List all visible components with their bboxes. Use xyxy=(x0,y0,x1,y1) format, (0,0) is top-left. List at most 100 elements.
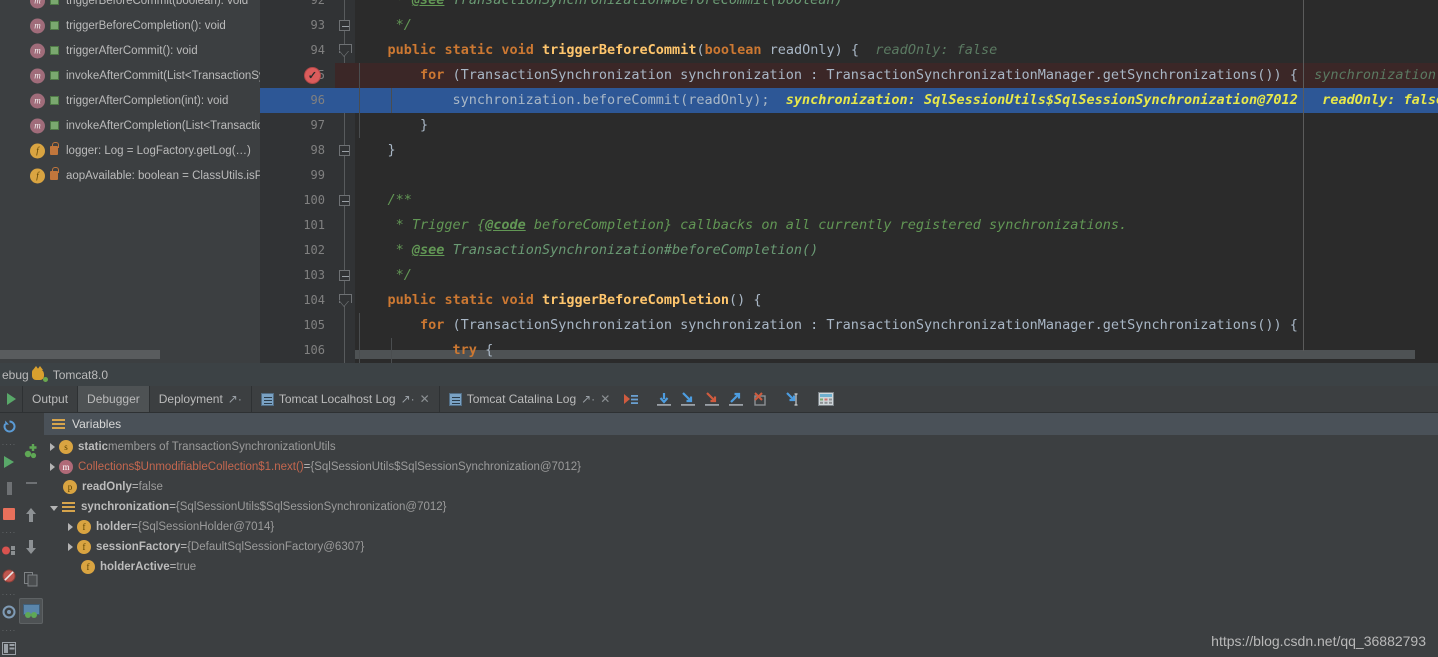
line-number: 95 xyxy=(260,63,335,88)
structure-row[interactable]: f aopAvailable: boolean = ClassUtils.isPr… xyxy=(0,163,260,188)
breakpoint-verified-icon[interactable]: ✓ xyxy=(304,67,321,84)
debug-tab-bar: Output Debugger Deployment ↗· Tomcat Localho… xyxy=(0,386,1438,413)
code-line[interactable]: public static void triggerBeforeCommit(b… xyxy=(355,38,1438,63)
variable-row[interactable]: synchronization = {SqlSessionUtils$SqlSe… xyxy=(50,497,447,517)
code-line[interactable]: */ xyxy=(355,263,1438,288)
show-execution-point-button[interactable] xyxy=(619,392,643,407)
close-icon[interactable]: ✕ xyxy=(600,392,610,406)
new-watch-icon[interactable] xyxy=(18,435,44,467)
move-up-icon[interactable] xyxy=(18,499,44,531)
run-to-cursor-button[interactable] xyxy=(781,391,805,407)
structure-row-label: invokeAfterCommit(List<TransactionSyn xyxy=(66,69,260,82)
code-line[interactable]: for (TransactionSynchronization synchron… xyxy=(355,313,1438,338)
variable-row[interactable]: m Collections$UnmodifiableCollection$1.ne… xyxy=(50,457,581,477)
run-configuration-name: Tomcat8.0 xyxy=(52,367,109,382)
variables-panel-header: Variables xyxy=(44,413,1438,435)
variable-row[interactable]: f sessionFactory = {DefaultSqlSessionFact… xyxy=(68,537,364,557)
structure-row[interactable]: m invokeAfterCommit(List<TransactionSyn xyxy=(0,63,260,88)
layout-icon[interactable] xyxy=(0,635,18,657)
variable-equals: = xyxy=(169,561,177,573)
structure-row[interactable]: m triggerBeforeCommit(boolean): void xyxy=(0,0,248,13)
move-down-icon[interactable] xyxy=(18,531,44,563)
debug-tab-label: Tomcat Localhost Log xyxy=(278,392,396,406)
code-fold-region-icon[interactable] xyxy=(339,44,352,57)
view-breakpoints-icon[interactable] xyxy=(0,537,18,563)
method-icon: m xyxy=(30,43,45,58)
debug-tab-debugger[interactable]: Debugger xyxy=(77,386,149,412)
force-step-into-button[interactable] xyxy=(700,391,724,407)
expand-arrow-icon[interactable] xyxy=(68,523,73,531)
stop-icon[interactable] xyxy=(0,501,18,527)
inline-debug-hint: synchronization: SqlSessionUtils$SqlSess… xyxy=(769,92,1438,108)
debug-tab-tomcat-localhost-log[interactable]: Tomcat Localhost Log ↗· ✕ xyxy=(250,386,439,412)
expand-arrow-icon[interactable] xyxy=(68,543,73,551)
drop-frame-button[interactable] xyxy=(748,391,772,407)
variable-row[interactable]: f holder = {SqlSessionHolder@7014} xyxy=(68,517,274,537)
variable-row[interactable]: s static members of TransactionSynchroniz… xyxy=(50,437,336,457)
code-line[interactable]: public static void triggerBeforeCompleti… xyxy=(355,288,1438,313)
code-line[interactable]: * @see TransactionSynchronization#before… xyxy=(355,0,1438,13)
rail-separator: ···· xyxy=(1,439,17,449)
code-line[interactable] xyxy=(355,163,1438,188)
code-line[interactable]: * Trigger {@code beforeCompletion} callb… xyxy=(355,213,1438,238)
resume-icon[interactable] xyxy=(0,449,18,475)
close-icon[interactable]: ✕ xyxy=(420,392,430,406)
public-badge-icon xyxy=(48,120,60,132)
structure-row-label: aopAvailable: boolean = ClassUtils.isPre xyxy=(66,169,260,182)
pin-icon[interactable]: ↗· xyxy=(228,392,242,406)
code-line[interactable]: try { xyxy=(355,338,1438,363)
collapse-arrow-icon[interactable] xyxy=(50,505,58,511)
code-line[interactable]: * @see TransactionSynchronization#before… xyxy=(355,238,1438,263)
variable-value: {SqlSessionUtils$SqlSessionSynchronizati… xyxy=(310,461,581,473)
structure-row[interactable]: m triggerBeforeCompletion(): void xyxy=(0,13,226,38)
structure-row[interactable]: f logger: Log = LogFactory.getLog(…) xyxy=(0,138,251,163)
method-icon: m xyxy=(30,18,45,33)
restart-icon[interactable] xyxy=(0,413,18,439)
code-line[interactable]: } xyxy=(355,113,1438,138)
step-over-button[interactable] xyxy=(652,392,676,407)
pin-icon[interactable]: ↗· xyxy=(401,392,415,406)
private-badge-icon xyxy=(48,142,60,157)
mute-breakpoints-icon[interactable] xyxy=(0,563,18,589)
code-line[interactable]: synchronization.beforeCommit(readOnly); … xyxy=(355,88,1438,113)
variable-value: false xyxy=(138,481,163,493)
code-line[interactable]: /** xyxy=(355,188,1438,213)
code-fold-collapse-icon[interactable] xyxy=(339,20,350,31)
debug-tab-deployment[interactable]: Deployment ↗· xyxy=(148,386,251,412)
inspect-icon[interactable] xyxy=(19,598,43,624)
step-into-button[interactable] xyxy=(676,391,700,407)
variables-tree[interactable]: s static members of TransactionSynchroniz… xyxy=(44,435,1438,657)
structure-hscrollbar[interactable] xyxy=(0,350,160,359)
code-editor[interactable]: 92 * @see TransactionSynchronization#bef… xyxy=(260,0,1438,363)
evaluate-expression-button[interactable] xyxy=(814,392,838,406)
code-line[interactable]: */ xyxy=(355,13,1438,38)
settings-icon[interactable] xyxy=(0,599,18,625)
code-fold-collapse-icon[interactable] xyxy=(339,145,350,156)
step-out-button[interactable] xyxy=(724,392,748,407)
variable-equals: = xyxy=(131,481,139,493)
pause-icon[interactable] xyxy=(0,475,18,501)
debug-tab-output[interactable]: Output xyxy=(22,386,77,412)
list-icon xyxy=(62,501,76,513)
expand-arrow-icon[interactable] xyxy=(50,463,55,471)
code-fold-collapse-icon[interactable] xyxy=(339,195,350,206)
structure-panel[interactable]: m triggerBeforeCommit(boolean): void m trig… xyxy=(0,0,260,363)
log-icon xyxy=(448,392,462,406)
debug-tab-label: Debugger xyxy=(87,392,140,406)
variable-row[interactable]: p readOnly = false xyxy=(50,477,163,497)
line-number: 103 xyxy=(303,268,325,282)
debug-tab-tomcat-catalina-log[interactable]: Tomcat Catalina Log ↗· ✕ xyxy=(438,386,620,412)
code-line[interactable]: } xyxy=(355,138,1438,163)
code-line[interactable]: for (TransactionSynchronization synchron… xyxy=(355,63,1438,88)
structure-row[interactable]: m invokeAfterCompletion(List<Transaction xyxy=(0,113,260,138)
code-fold-collapse-icon[interactable] xyxy=(339,270,350,281)
code-fold-region-icon[interactable] xyxy=(339,294,352,307)
copy-value-icon[interactable] xyxy=(18,563,44,595)
pin-icon[interactable]: ↗· xyxy=(581,392,595,406)
variable-row[interactable]: f holderActive = true xyxy=(68,557,196,577)
expand-arrow-icon[interactable] xyxy=(50,443,55,451)
structure-row[interactable]: m triggerAfterCommit(): void xyxy=(0,38,198,63)
rerun-icon[interactable] xyxy=(0,386,22,412)
variable-value: {SqlSessionUtils$SqlSessionSynchronizati… xyxy=(175,501,447,513)
structure-row[interactable]: m triggerAfterCompletion(int): void xyxy=(0,88,228,113)
